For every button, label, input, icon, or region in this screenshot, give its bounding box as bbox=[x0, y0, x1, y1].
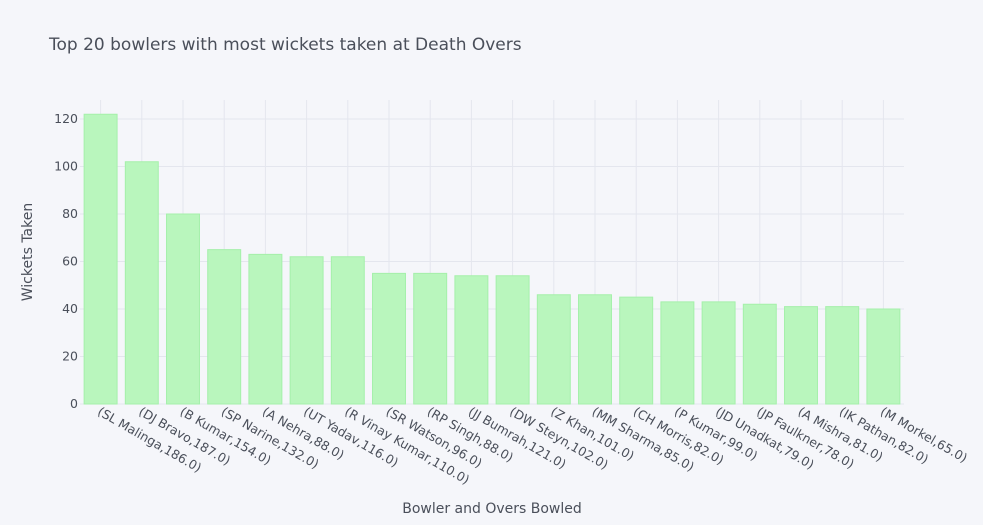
bar[interactable] bbox=[372, 272, 406, 405]
bar[interactable] bbox=[578, 294, 612, 405]
y-tick-label: 20 bbox=[62, 349, 78, 364]
bar[interactable] bbox=[166, 213, 200, 405]
bar[interactable] bbox=[866, 308, 901, 405]
bar[interactable] bbox=[124, 161, 159, 405]
y-tick-label: 100 bbox=[54, 159, 78, 174]
bar[interactable] bbox=[701, 301, 736, 405]
bar[interactable] bbox=[330, 256, 365, 405]
y-axis-title: Wickets Taken bbox=[20, 203, 36, 302]
bar[interactable] bbox=[83, 113, 118, 405]
bar[interactable] bbox=[454, 275, 489, 405]
chart-container: Top 20 bowlers with most wickets taken a… bbox=[0, 0, 983, 525]
chart-title: Top 20 bowlers with most wickets taken a… bbox=[48, 35, 522, 55]
y-tick-label: 120 bbox=[54, 111, 78, 126]
bar[interactable] bbox=[784, 306, 818, 405]
y-tick-label: 80 bbox=[62, 206, 78, 221]
bars bbox=[83, 113, 901, 405]
bar[interactable] bbox=[536, 294, 571, 405]
y-tick-label: 60 bbox=[62, 254, 78, 269]
bar[interactable] bbox=[825, 306, 860, 405]
bar-chart: Top 20 bowlers with most wickets taken a… bbox=[20, 35, 970, 517]
y-tick-label: 0 bbox=[70, 396, 78, 411]
y-axis-ticks: 0 20 40 60 80 100 120 bbox=[54, 111, 78, 411]
x-axis-title: Bowler and Overs Bowled bbox=[402, 501, 582, 517]
bar[interactable] bbox=[413, 272, 448, 405]
y-tick-label: 40 bbox=[62, 301, 78, 316]
bar[interactable] bbox=[619, 296, 654, 405]
grid-lines bbox=[80, 100, 904, 405]
x-axis-ticks: (SL Malinga,186.0)(DJ Bravo,187.0)(B Kum… bbox=[95, 404, 970, 488]
bar[interactable] bbox=[248, 253, 283, 405]
bar[interactable] bbox=[495, 275, 530, 405]
bar[interactable] bbox=[207, 249, 242, 405]
bar[interactable] bbox=[289, 256, 324, 405]
bar[interactable] bbox=[742, 303, 777, 405]
bar[interactable] bbox=[660, 301, 695, 405]
